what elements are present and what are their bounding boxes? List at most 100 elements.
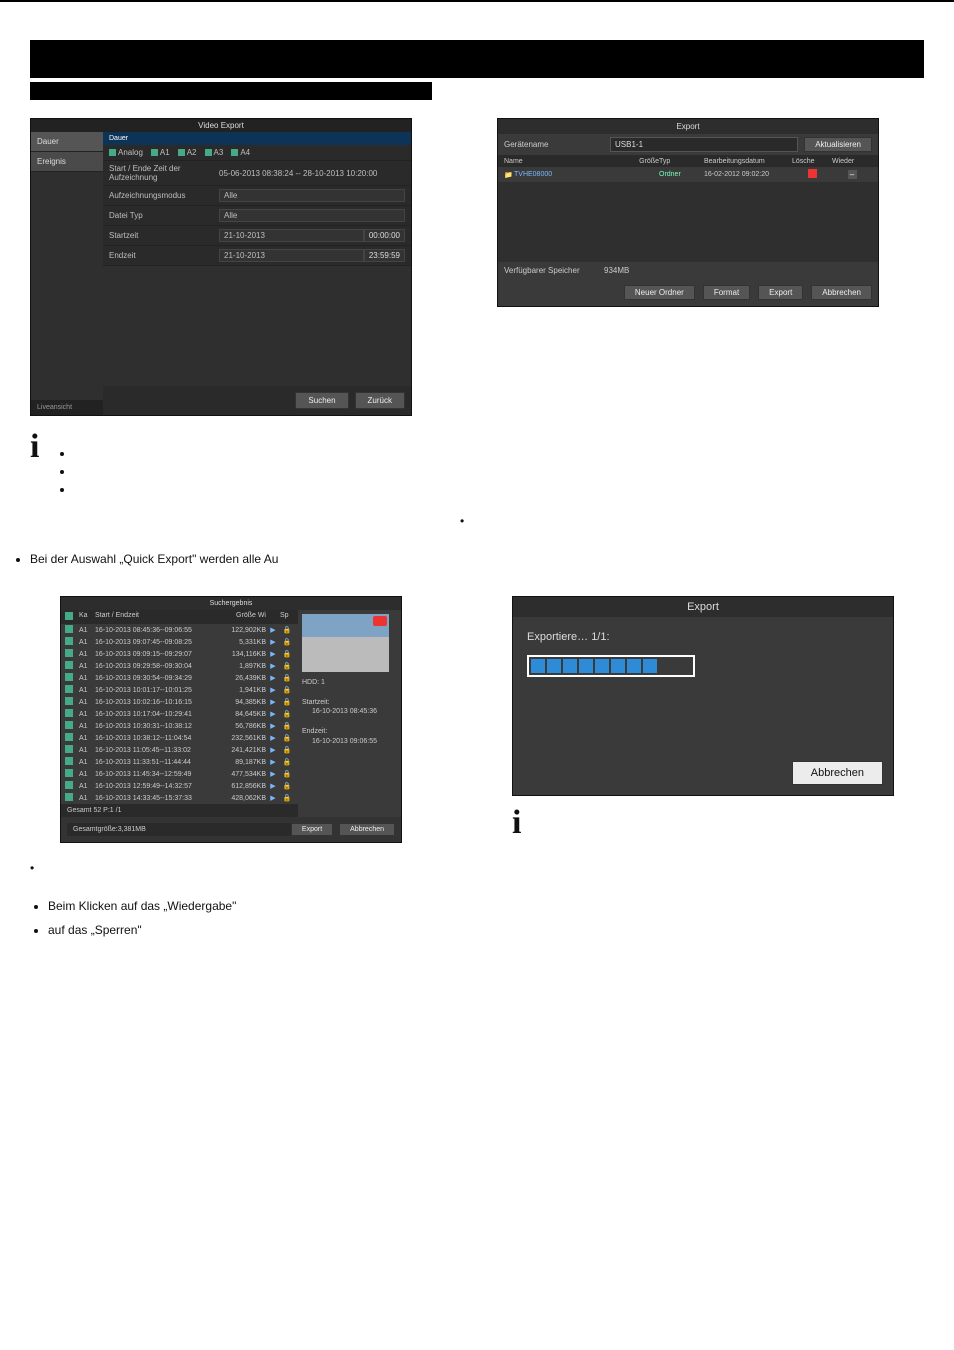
row-size: 477,534KB xyxy=(216,771,266,778)
result-row[interactable]: A116-10-2013 11:45:34--12:59:49477,534KB… xyxy=(61,768,298,780)
result-row[interactable]: A116-10-2013 10:30:31--10:38:1256,786KB▶ xyxy=(61,720,298,732)
play-icon[interactable]: ▶ xyxy=(266,698,280,706)
row-checkbox[interactable] xyxy=(65,721,73,729)
result-row[interactable]: A116-10-2013 10:01:17--10:01:251,941KB▶ xyxy=(61,684,298,696)
lock-icon[interactable] xyxy=(280,674,294,682)
row-checkbox[interactable] xyxy=(65,625,73,633)
row-checkbox[interactable] xyxy=(65,709,73,717)
lock-icon[interactable] xyxy=(280,746,294,754)
lock-icon[interactable] xyxy=(280,650,294,658)
result-row[interactable]: A116-10-2013 14:33:45--15:37:33428,062KB… xyxy=(61,792,298,804)
result-row[interactable]: A116-10-2013 09:09:15--09:29:07134,116KB… xyxy=(61,648,298,660)
device-dropdown[interactable]: USB1-1 xyxy=(610,137,798,152)
checkbox-analog-all[interactable] xyxy=(109,149,116,156)
sidebar-tab-dauer[interactable]: Dauer xyxy=(31,132,103,152)
play-icon[interactable]: ▶ xyxy=(266,650,280,658)
play-icon[interactable]: ▶ xyxy=(266,746,280,754)
result-row[interactable]: A116-10-2013 10:38:12--11:04:54232,561KB… xyxy=(61,732,298,744)
mode-dropdown[interactable]: Alle xyxy=(219,189,405,202)
play-icon[interactable]: ▶ xyxy=(266,686,280,694)
result-row[interactable]: A116-10-2013 10:17:04--10:29:4184,645KB▶ xyxy=(61,708,298,720)
row-checkbox[interactable] xyxy=(65,769,73,777)
play-icon[interactable]: ▶ xyxy=(266,722,280,730)
export-button[interactable]: Export xyxy=(758,285,803,300)
checkbox-a1[interactable] xyxy=(151,149,158,156)
play-icon[interactable]: ▶ xyxy=(266,674,280,682)
row-size: 1,897KB xyxy=(216,663,266,670)
row-checkbox[interactable] xyxy=(65,793,73,801)
play-icon[interactable]: ▶ xyxy=(266,638,280,646)
back-button[interactable]: Zurück xyxy=(355,392,405,409)
row-checkbox[interactable] xyxy=(65,685,73,693)
sidebar-liveview[interactable]: Liveansicht xyxy=(31,400,103,415)
lock-icon[interactable] xyxy=(280,698,294,706)
result-row[interactable]: A116-10-2013 10:02:16--10:16:1594,385KB▶ xyxy=(61,696,298,708)
checkbox-all[interactable] xyxy=(65,612,73,620)
checkbox-a4[interactable] xyxy=(231,149,238,156)
result-row[interactable]: A116-10-2013 11:05:45--11:33:02241,421KB… xyxy=(61,744,298,756)
play-icon[interactable]: ▶ xyxy=(266,794,280,802)
lock-icon[interactable] xyxy=(280,626,294,634)
format-button[interactable]: Format xyxy=(703,285,750,300)
row-time: 16-10-2013 12:59:49--14:32:57 xyxy=(95,783,216,790)
result-row[interactable]: A116-10-2013 09:07:45--09:08:255,331KB▶ xyxy=(61,636,298,648)
bullet-empty xyxy=(30,861,924,875)
result-row[interactable]: A116-10-2013 09:29:58--09:30:041,897KB▶ xyxy=(61,660,298,672)
end-date-input[interactable]: 21-10-2013 xyxy=(219,249,364,262)
sidebar-tab-ereignis[interactable]: Ereignis xyxy=(31,152,103,172)
start-time-input[interactable]: 00:00:00 xyxy=(364,229,405,242)
lock-icon[interactable] xyxy=(280,662,294,670)
refresh-button[interactable]: Aktualisieren xyxy=(804,137,872,152)
play-icon[interactable]: ▶ xyxy=(266,770,280,778)
row-checkbox[interactable] xyxy=(65,649,73,657)
lock-icon[interactable] xyxy=(280,782,294,790)
new-folder-button[interactable]: Neuer Ordner xyxy=(624,285,695,300)
result-cancel-button[interactable]: Abbrechen xyxy=(339,823,395,836)
lock-icon[interactable] xyxy=(280,758,294,766)
row-checkbox[interactable] xyxy=(65,697,73,705)
row-time: 16-10-2013 10:02:16--10:16:15 xyxy=(95,699,216,706)
lock-icon[interactable] xyxy=(280,710,294,718)
result-row[interactable]: A116-10-2013 08:45:36--09:06:55122,902KB… xyxy=(61,624,298,636)
play-icon[interactable]: ▶ xyxy=(266,662,280,670)
delete-icon[interactable] xyxy=(808,169,817,178)
lock-icon[interactable] xyxy=(280,770,294,778)
start-date-input[interactable]: 21-10-2013 xyxy=(219,229,364,242)
type-dropdown[interactable]: Alle xyxy=(219,209,405,222)
play-icon[interactable]: ▶ xyxy=(266,758,280,766)
row-channel: A1 xyxy=(79,735,95,742)
export-device-panel: Export Gerätename USB1-1 Aktualisieren N… xyxy=(497,118,879,307)
row-checkbox[interactable] xyxy=(65,637,73,645)
lock-icon[interactable] xyxy=(280,638,294,646)
play-icon[interactable]: ▶ xyxy=(266,626,280,634)
lock-icon[interactable] xyxy=(280,722,294,730)
row-checkbox[interactable] xyxy=(65,733,73,741)
free-space-value: 934MB xyxy=(604,266,629,275)
row-checkbox[interactable] xyxy=(65,757,73,765)
lock-icon[interactable] xyxy=(280,686,294,694)
result-row[interactable]: A116-10-2013 11:33:51--11:44:4489,187KB▶ xyxy=(61,756,298,768)
row-size: 122,902KB xyxy=(216,627,266,634)
search-button[interactable]: Suchen xyxy=(295,392,348,409)
progress-cancel-button[interactable]: Abbrechen xyxy=(792,761,883,785)
result-row[interactable]: A116-10-2013 09:30:54--09:34:2926,439KB▶ xyxy=(61,672,298,684)
result-export-button[interactable]: Export xyxy=(291,823,333,836)
row-checkbox[interactable] xyxy=(65,673,73,681)
lock-icon[interactable] xyxy=(280,794,294,802)
file-row[interactable]: 📁 TVHE08000 Ordner 16-02-2012 09:02:20 – xyxy=(498,167,878,182)
play-icon[interactable]: – xyxy=(848,170,857,179)
end-time-input[interactable]: 23:59:59 xyxy=(364,249,405,262)
lock-icon[interactable] xyxy=(280,734,294,742)
checkbox-a2[interactable] xyxy=(178,149,185,156)
cancel-button[interactable]: Abbrechen xyxy=(811,285,872,300)
endzeit-label: Endzeit: xyxy=(302,727,397,737)
play-icon[interactable]: ▶ xyxy=(266,734,280,742)
row-checkbox[interactable] xyxy=(65,745,73,753)
result-row[interactable]: A116-10-2013 12:59:49--14:32:57612,856KB… xyxy=(61,780,298,792)
checkbox-a3[interactable] xyxy=(205,149,212,156)
play-icon[interactable]: ▶ xyxy=(266,782,280,790)
play-icon[interactable]: ▶ xyxy=(266,710,280,718)
sub-tab-dauer[interactable]: Dauer xyxy=(103,132,411,145)
row-checkbox[interactable] xyxy=(65,661,73,669)
row-checkbox[interactable] xyxy=(65,781,73,789)
